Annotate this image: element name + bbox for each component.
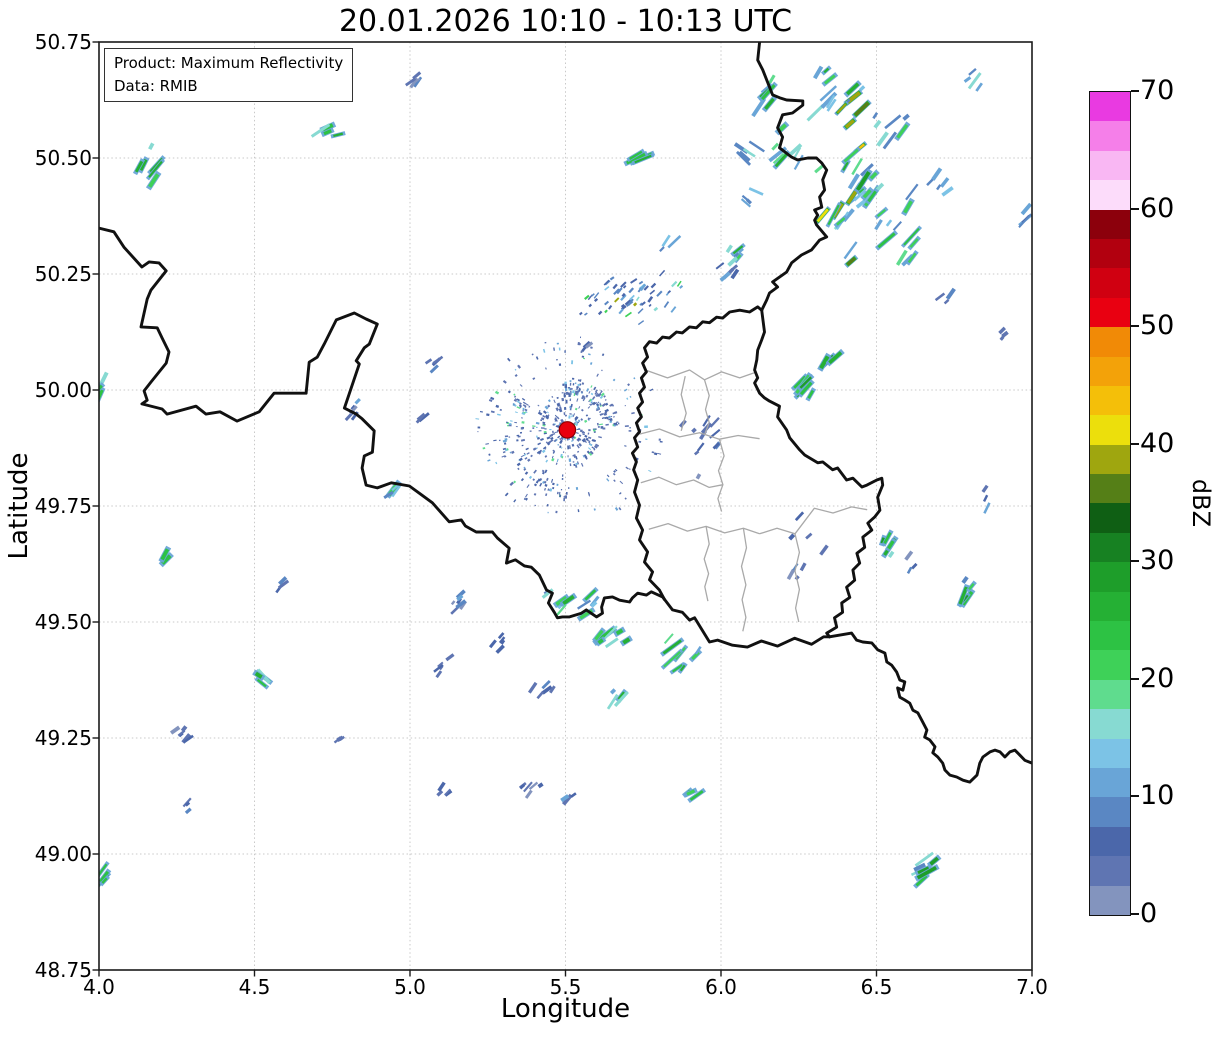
national-border bbox=[828, 631, 1032, 784]
colorbar-tick bbox=[1131, 442, 1139, 445]
national-border bbox=[662, 597, 831, 649]
regional-border bbox=[759, 506, 868, 535]
colorbar-segment bbox=[1090, 532, 1130, 563]
colorbar-tick-label: 30 bbox=[1140, 545, 1175, 577]
colorbar-tick-label: 40 bbox=[1140, 427, 1175, 459]
colorbar-segment bbox=[1090, 415, 1130, 445]
y-tick-label: 49.25 bbox=[34, 726, 92, 750]
colorbar-tick bbox=[1131, 325, 1139, 328]
colorbar-segment bbox=[1090, 238, 1130, 269]
colorbar-segment bbox=[1090, 180, 1130, 210]
y-tick-label: 50.75 bbox=[34, 30, 92, 54]
colorbar-segment bbox=[1090, 268, 1130, 298]
regional-border bbox=[645, 369, 758, 381]
regional-border bbox=[640, 476, 724, 489]
colorbar-segment bbox=[1090, 767, 1130, 798]
y-tick-label: 49.00 bbox=[34, 842, 92, 866]
product-info-box: Product: Maximum Reflectivity Data: RMIB bbox=[104, 48, 354, 102]
colorbar-tick-label: 70 bbox=[1140, 75, 1175, 106]
colorbar-tick bbox=[1131, 207, 1139, 210]
y-tick-label: 50.50 bbox=[34, 146, 92, 170]
colorbar-segment bbox=[1090, 150, 1130, 181]
regional-border bbox=[703, 526, 710, 602]
colorbar-segment bbox=[1090, 503, 1130, 533]
colorbar-segment bbox=[1090, 474, 1130, 504]
colorbar-segment bbox=[1090, 444, 1130, 475]
radar-figure: 20.01.2026 10:10 - 10:13 UTC Product: Ma… bbox=[0, 0, 1219, 1040]
colorbar-segment bbox=[1090, 797, 1130, 827]
colorbar-tick bbox=[1131, 90, 1139, 92]
radar-site-marker bbox=[558, 421, 577, 439]
x-axis-label: Longitude bbox=[500, 994, 631, 1024]
colorbar-segment bbox=[1090, 385, 1130, 416]
map-content bbox=[99, 42, 1032, 892]
colorbar-segment bbox=[1090, 826, 1130, 857]
y-tick-label: 48.75 bbox=[34, 958, 92, 982]
colorbar-segment bbox=[1090, 297, 1130, 328]
colorbar-segment bbox=[1090, 679, 1130, 710]
colorbar-segment bbox=[1090, 92, 1130, 122]
regional-border bbox=[717, 439, 725, 512]
y-tick-label: 50.00 bbox=[34, 378, 92, 402]
y-tick-label: 49.50 bbox=[34, 610, 92, 634]
colorbar bbox=[1089, 91, 1131, 916]
national-border bbox=[756, 42, 829, 312]
colorbar-tick-label: 50 bbox=[1140, 310, 1175, 342]
colorbar-tick-label: 60 bbox=[1140, 192, 1175, 224]
national-border bbox=[99, 226, 666, 620]
colorbar-segment bbox=[1090, 885, 1130, 915]
colorbar-segment bbox=[1090, 591, 1130, 622]
colorbar-segment bbox=[1090, 738, 1130, 768]
colorbar-segment bbox=[1090, 327, 1130, 357]
chart-title: 20.01.2026 10:10 - 10:13 UTC bbox=[338, 4, 793, 39]
colorbar-tick-label: 10 bbox=[1140, 780, 1175, 812]
y-tick-label: 50.25 bbox=[34, 262, 92, 286]
colorbar-tick bbox=[1131, 677, 1139, 680]
colorbar-tick bbox=[1131, 795, 1139, 798]
data-source-label: Data: RMIB bbox=[114, 76, 198, 95]
y-axis-label: Latitude bbox=[4, 452, 34, 560]
colorbar-segment bbox=[1090, 209, 1130, 239]
colorbar-segment bbox=[1090, 121, 1130, 151]
regional-border bbox=[740, 528, 748, 632]
colorbar-segment bbox=[1090, 709, 1130, 739]
national-border bbox=[753, 308, 885, 639]
colorbar-tick bbox=[1131, 913, 1139, 915]
colorbar-tick-label: 0 bbox=[1140, 898, 1158, 929]
colorbar-tick-label: 20 bbox=[1140, 662, 1175, 694]
product-label: Product: Maximum Reflectivity bbox=[114, 54, 344, 72]
colorbar-unit-label: dBZ bbox=[1187, 478, 1215, 528]
colorbar-segment bbox=[1090, 856, 1130, 886]
colorbar-segment bbox=[1090, 621, 1130, 651]
radar-map-canvas bbox=[92, 41, 1033, 977]
colorbar-tick bbox=[1131, 560, 1139, 563]
colorbar-segment bbox=[1090, 356, 1130, 386]
colorbar-segment bbox=[1090, 562, 1130, 592]
colorbar-segments bbox=[1090, 92, 1130, 915]
colorbar-segment bbox=[1090, 650, 1130, 680]
